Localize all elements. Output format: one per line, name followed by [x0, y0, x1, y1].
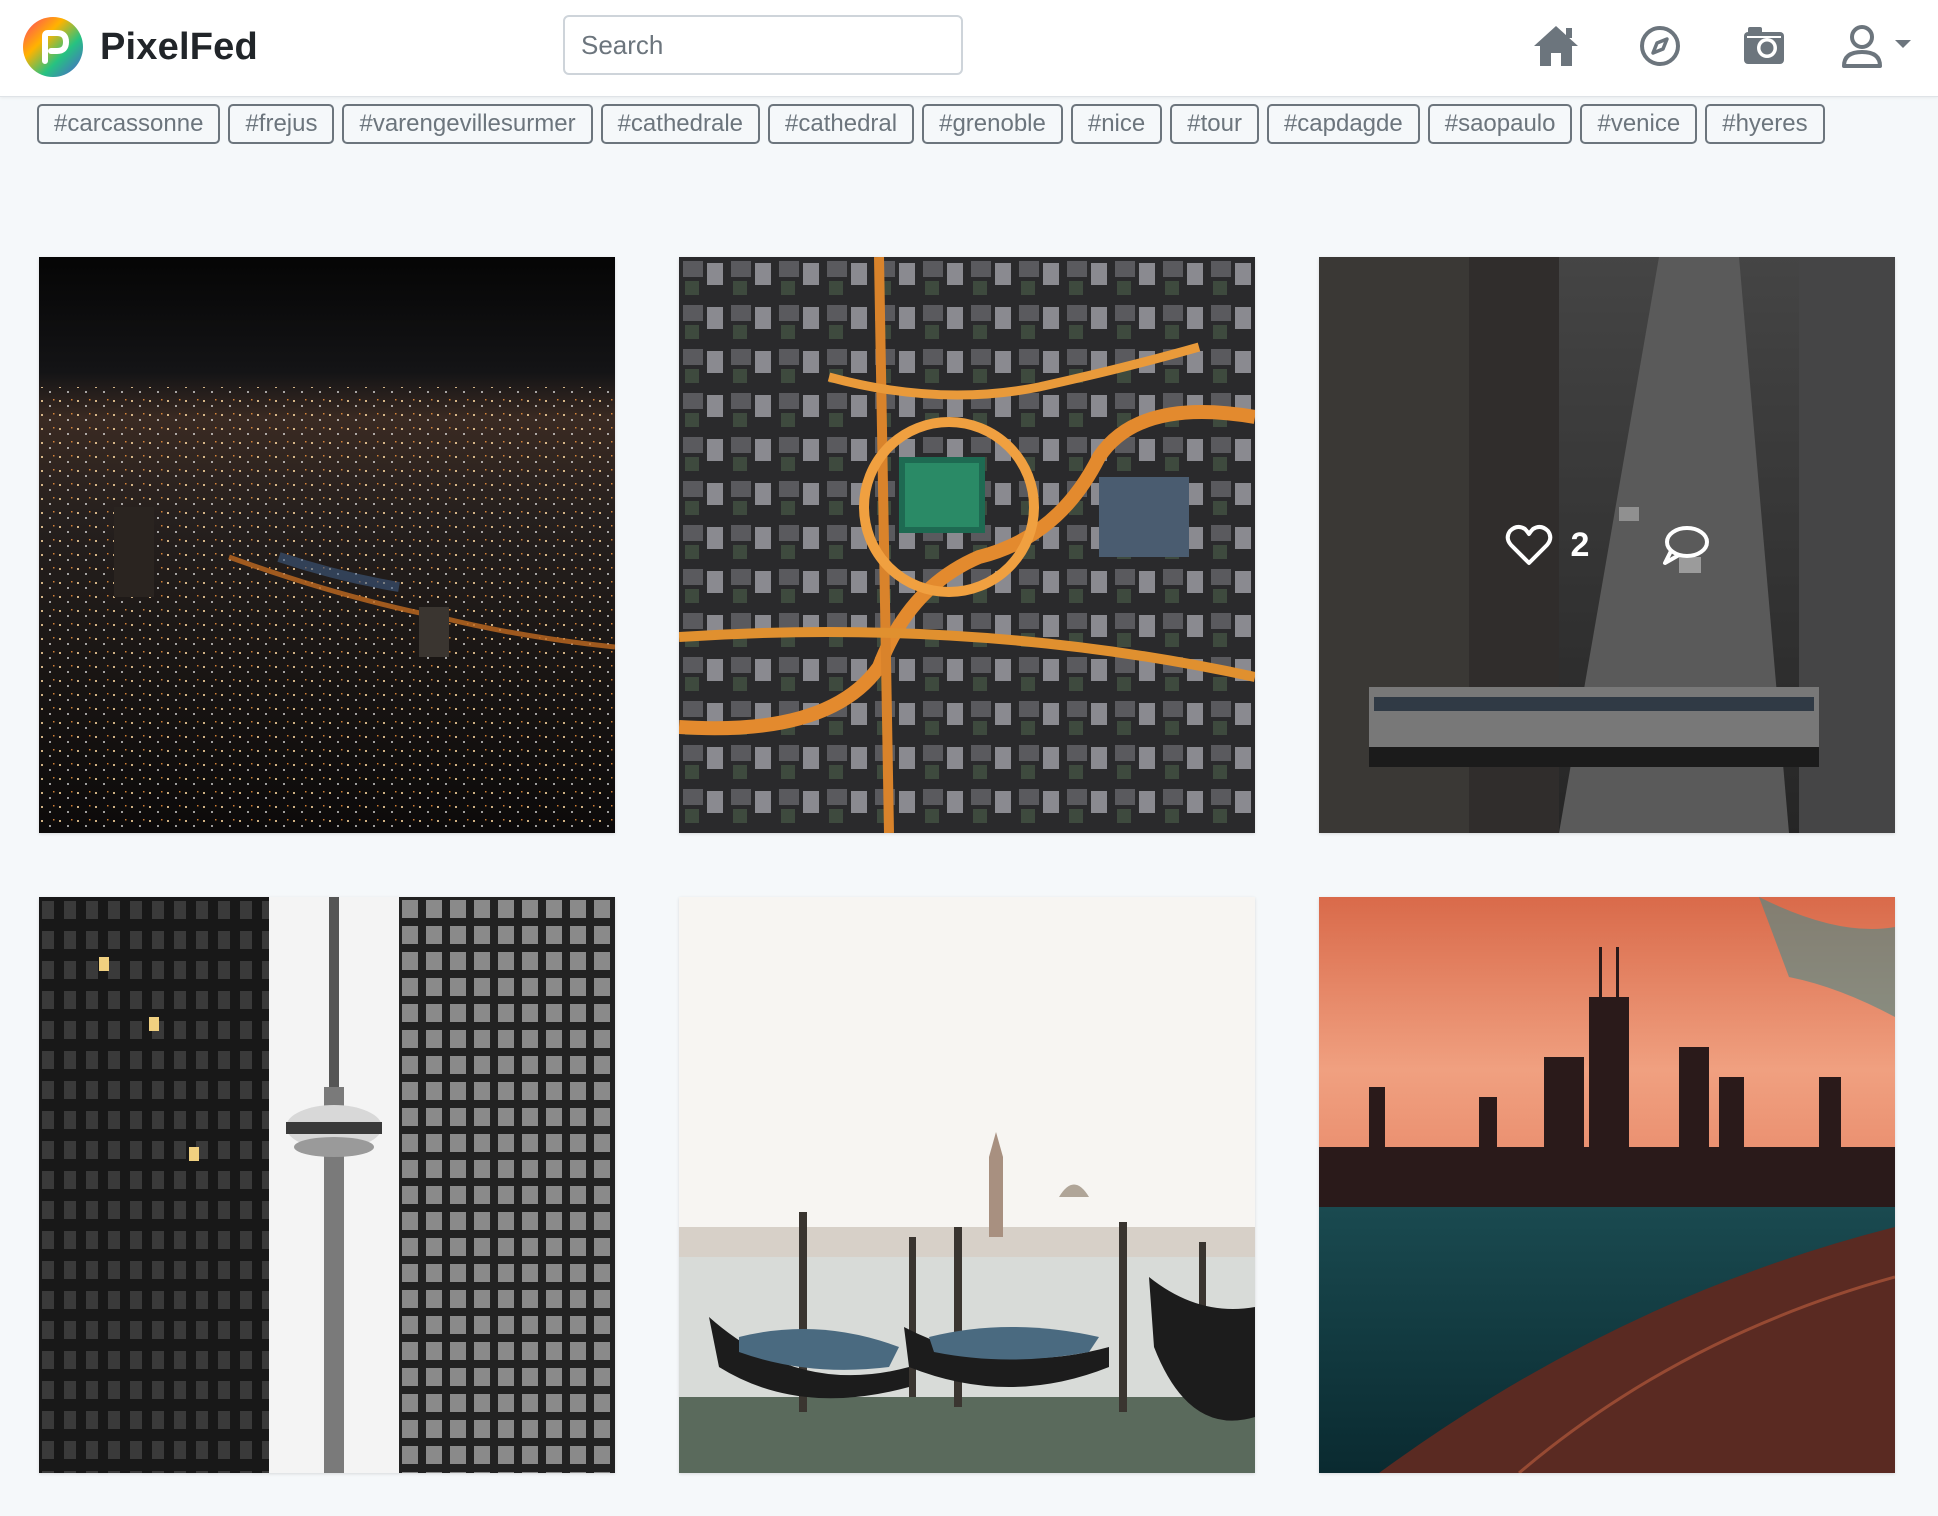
likes-count: 2 — [1570, 525, 1590, 564]
search-input[interactable] — [563, 15, 963, 75]
hashtag-chip[interactable]: #frejus — [228, 104, 335, 144]
post-tile-venice-gondolas[interactable] — [679, 897, 1255, 1473]
hashtag-chip[interactable]: #venice — [1580, 104, 1698, 144]
brand-link[interactable]: PixelFed — [22, 16, 258, 78]
pixelfed-logo-icon — [23, 17, 83, 77]
hashtag-chip[interactable]: #cathedrale — [600, 104, 761, 144]
post-tile-cn-tower-skyscrapers[interactable] — [39, 897, 615, 1473]
hashtag-chip[interactable]: #varengevillesurmer — [342, 104, 593, 144]
user-icon[interactable] — [1836, 20, 1888, 72]
likes-stat: 2 — [1503, 519, 1636, 571]
hashtag-chip[interactable]: #cathedral — [768, 104, 915, 144]
hashtag-chip[interactable]: #hyeres — [1705, 104, 1825, 144]
heart-icon — [1505, 524, 1552, 565]
hashtag-list: #carcassonne #frejus #varengevillesurmer #c… — [37, 104, 1837, 144]
post-tile-night-city-aerial[interactable] — [39, 257, 615, 833]
post-tile-city-street-train[interactable]: 2 — [1319, 257, 1895, 833]
comments-stat — [1659, 519, 1711, 571]
hashtag-chip[interactable]: #saopaulo — [1427, 104, 1573, 144]
hashtag-chip[interactable]: #grenoble — [922, 104, 1063, 144]
post-image — [1319, 897, 1895, 1473]
hover-overlay: 2 — [1319, 257, 1895, 833]
post-tile-aerial-intersection-night[interactable] — [679, 257, 1255, 833]
hashtag-chip[interactable]: #tour — [1170, 104, 1259, 144]
post-image — [679, 257, 1255, 833]
hashtag-chip[interactable]: #capdagde — [1266, 104, 1420, 144]
top-navbar: PixelFed — [0, 0, 1938, 97]
hashtag-chip[interactable]: #nice — [1070, 104, 1163, 144]
chevron-down-icon[interactable] — [1893, 36, 1913, 52]
post-image — [39, 897, 615, 1473]
hashtag-chip[interactable]: #carcassonne — [37, 104, 221, 144]
compass-icon[interactable] — [1634, 20, 1686, 72]
post-image — [679, 897, 1255, 1473]
home-icon[interactable] — [1530, 20, 1582, 72]
post-tile-chicago-skyline-sunset[interactable] — [1319, 897, 1895, 1473]
camera-icon[interactable] — [1738, 20, 1790, 72]
comment-icon — [1663, 526, 1710, 565]
post-image — [39, 257, 615, 833]
brand-name: PixelFed — [100, 25, 258, 68]
